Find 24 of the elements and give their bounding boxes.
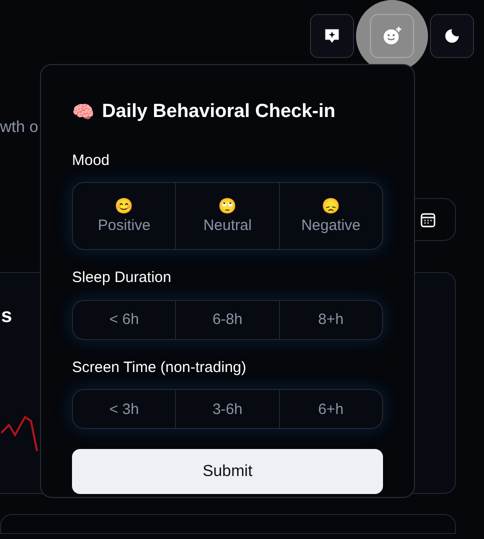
group-label: Screen Time (non-trading) bbox=[72, 358, 246, 378]
option-button[interactable]: < 6h bbox=[73, 300, 176, 338]
option-button[interactable]: 6-8h bbox=[176, 300, 280, 338]
option-button[interactable]: 3-6h bbox=[176, 390, 280, 428]
option-button[interactable]: 6+h bbox=[280, 390, 382, 428]
option-button[interactable]: 😊 Positive bbox=[73, 183, 176, 249]
popover-title: Daily Behavioral Check-in bbox=[102, 100, 336, 124]
group-label: Sleep Duration bbox=[72, 268, 172, 288]
toolbar-button[interactable] bbox=[310, 14, 354, 58]
moon-icon bbox=[443, 27, 461, 45]
submit-button[interactable]: Submit bbox=[72, 449, 383, 494]
option-button[interactable]: 8+h bbox=[280, 300, 382, 338]
smile-plus-icon bbox=[382, 26, 402, 46]
message-plus-icon bbox=[323, 27, 341, 45]
card-title: s bbox=[1, 305, 12, 327]
option-button[interactable]: 🙄 Neutral bbox=[176, 183, 280, 249]
page-subtitle: wth o bbox=[0, 118, 38, 138]
option-button[interactable]: < 3h bbox=[73, 390, 176, 428]
brain-icon: 🧠 bbox=[72, 103, 94, 122]
calendar-icon bbox=[420, 212, 436, 228]
option-button[interactable]: 😞 Negative bbox=[280, 183, 382, 249]
line-chart-drawing bbox=[1, 413, 41, 453]
group-label: Mood bbox=[72, 150, 110, 170]
toolbar-button[interactable] bbox=[430, 14, 474, 58]
